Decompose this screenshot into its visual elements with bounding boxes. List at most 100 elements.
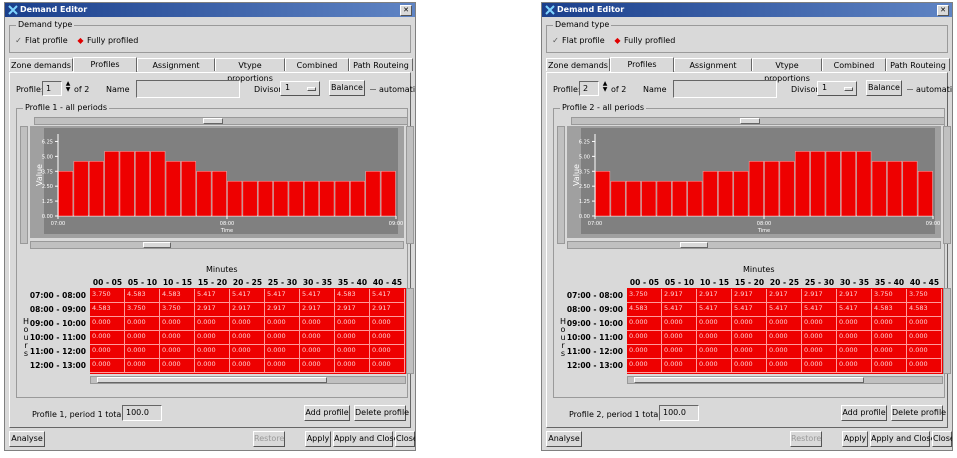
table-cell[interactable]: 0.000 <box>697 331 732 345</box>
table-cell[interactable]: 0.000 <box>872 331 907 345</box>
table-cell[interactable]: 0.000 <box>837 359 872 373</box>
table-cell[interactable]: 5.417 <box>697 303 732 317</box>
table-cell[interactable]: 2.917 <box>230 303 265 317</box>
table-cell[interactable]: 0.000 <box>872 345 907 359</box>
table-cell[interactable]: 2.917 <box>300 303 335 317</box>
table-cell[interactable]: 0.000 <box>732 331 767 345</box>
tab-vtype-proportions[interactable]: Vtype proportions <box>215 58 285 83</box>
tab-path-routeing[interactable]: Path Routeing <box>886 58 950 71</box>
table-cell[interactable]: 0.000 <box>627 359 662 373</box>
table-cell[interactable]: 5.417 <box>662 303 697 317</box>
table-cell[interactable]: 0.000 <box>370 359 405 373</box>
table-cell[interactable]: 0.000 <box>300 317 335 331</box>
analyse-button[interactable]: Analyse <box>546 431 582 447</box>
tab-vtype-proportions[interactable]: Vtype proportions <box>752 58 822 83</box>
close-icon[interactable]: ✕ <box>937 5 949 16</box>
table-cell[interactable]: 2.917 <box>767 289 802 303</box>
table-cell[interactable]: 0.000 <box>907 345 942 359</box>
table-cell[interactable]: 0.000 <box>160 317 195 331</box>
restore-button[interactable]: Restore <box>790 431 822 447</box>
table-cell[interactable]: 0.000 <box>662 331 697 345</box>
tab-profiles[interactable]: Profiles <box>73 57 137 72</box>
table-cell[interactable]: 0.000 <box>195 345 230 359</box>
table-cell[interactable]: 2.917 <box>802 289 837 303</box>
table-cell[interactable]: 0.000 <box>335 331 370 345</box>
table-cell[interactable]: 3.750 <box>907 289 942 303</box>
table-cell[interactable]: 0.000 <box>125 317 160 331</box>
table-cell[interactable]: 0.000 <box>370 331 405 345</box>
table-vertical-scrollbar[interactable] <box>406 288 414 374</box>
table-cell[interactable]: 2.917 <box>662 289 697 303</box>
table-cell[interactable]: 4.583 <box>125 289 160 303</box>
table-cell[interactable]: 4.583 <box>90 303 125 317</box>
table-cell[interactable]: 0.000 <box>767 331 802 345</box>
table-cell[interactable]: 2.917 <box>697 289 732 303</box>
table-cell[interactable]: 0.000 <box>767 359 802 373</box>
table-cell[interactable]: 0.000 <box>335 359 370 373</box>
table-cell[interactable]: 0.000 <box>732 359 767 373</box>
table-cell[interactable]: 2.917 <box>335 303 370 317</box>
scroll-thumb[interactable] <box>634 377 864 383</box>
table-cell[interactable]: 0.000 <box>732 345 767 359</box>
table-cell[interactable]: 0.000 <box>230 331 265 345</box>
table-cell[interactable]: 0.000 <box>837 331 872 345</box>
table-cell[interactable]: 0.000 <box>230 317 265 331</box>
apply-button[interactable]: Apply <box>305 431 331 447</box>
close-button[interactable]: Close <box>932 431 952 447</box>
analyse-button[interactable]: Analyse <box>9 431 45 447</box>
table-cell[interactable]: 3.750 <box>90 289 125 303</box>
table-cell[interactable]: 0.000 <box>627 331 662 345</box>
table-cell[interactable]: 4.583 <box>160 289 195 303</box>
table-cell[interactable]: 0.000 <box>627 317 662 331</box>
table-cell[interactable]: 0.000 <box>195 359 230 373</box>
tab-profiles[interactable]: Profiles <box>610 57 674 72</box>
table-cell[interactable]: 5.417 <box>802 303 837 317</box>
table-cell[interactable]: 5.417 <box>732 303 767 317</box>
table-cell[interactable]: 0.000 <box>90 359 125 373</box>
table-cell[interactable]: 2.917 <box>370 303 405 317</box>
table-cell[interactable]: 5.417 <box>265 289 300 303</box>
apply-button[interactable]: Apply <box>842 431 868 447</box>
table-horizontal-scrollbar[interactable] <box>627 376 943 384</box>
tab-zone-demands[interactable]: Zone demands <box>9 58 73 71</box>
add-profile-button[interactable]: Add profile <box>304 405 350 421</box>
fully-profiled-radio[interactable]: ◆ Fully profiled <box>613 36 675 45</box>
table-cell[interactable]: 0.000 <box>90 345 125 359</box>
table-cell[interactable]: 0.000 <box>90 331 125 345</box>
table-cell[interactable]: 0.000 <box>697 345 732 359</box>
close-icon[interactable]: ✕ <box>400 5 412 16</box>
flat-profile-radio[interactable]: ✓ Flat profile <box>14 36 68 45</box>
table-cell[interactable]: 0.000 <box>370 317 405 331</box>
table-cell[interactable]: 0.000 <box>627 345 662 359</box>
delete-profile-button[interactable]: Delete profile <box>354 405 409 421</box>
table-cell[interactable]: 0.000 <box>907 331 942 345</box>
table-cell[interactable]: 0.000 <box>872 317 907 331</box>
table-cell[interactable]: 0.000 <box>732 317 767 331</box>
table-cell[interactable]: 2.917 <box>837 289 872 303</box>
table-cell[interactable]: 0.000 <box>837 317 872 331</box>
period-total-field[interactable]: 100.0 <box>659 405 699 421</box>
table-cell[interactable]: 0.000 <box>662 359 697 373</box>
table-cell[interactable]: 0.000 <box>335 317 370 331</box>
table-cell[interactable]: 0.000 <box>90 317 125 331</box>
table-cell[interactable]: 0.000 <box>872 359 907 373</box>
period-total-field[interactable]: 100.0 <box>122 405 162 421</box>
table-cell[interactable]: 0.000 <box>160 345 195 359</box>
delete-profile-button[interactable]: Delete profile <box>891 405 946 421</box>
table-cell[interactable]: 0.000 <box>300 331 335 345</box>
table-cell[interactable]: 4.583 <box>335 289 370 303</box>
table-cell[interactable]: 0.000 <box>335 345 370 359</box>
apply-and-close-button[interactable]: Apply and Close <box>870 431 936 447</box>
table-cell[interactable]: 0.000 <box>125 331 160 345</box>
table-cell[interactable]: 5.417 <box>767 303 802 317</box>
table-cell[interactable]: 0.000 <box>125 345 160 359</box>
table-cell[interactable]: 0.000 <box>370 345 405 359</box>
table-cell[interactable]: 2.917 <box>732 289 767 303</box>
table-cell[interactable]: 4.583 <box>872 303 907 317</box>
table-cell[interactable]: 0.000 <box>160 359 195 373</box>
tab-assignment[interactable]: Assignment <box>137 58 215 71</box>
table-cell[interactable]: 0.000 <box>767 345 802 359</box>
table-cell[interactable]: 0.000 <box>697 317 732 331</box>
table-cell[interactable]: 0.000 <box>662 345 697 359</box>
table-cell[interactable]: 0.000 <box>230 345 265 359</box>
